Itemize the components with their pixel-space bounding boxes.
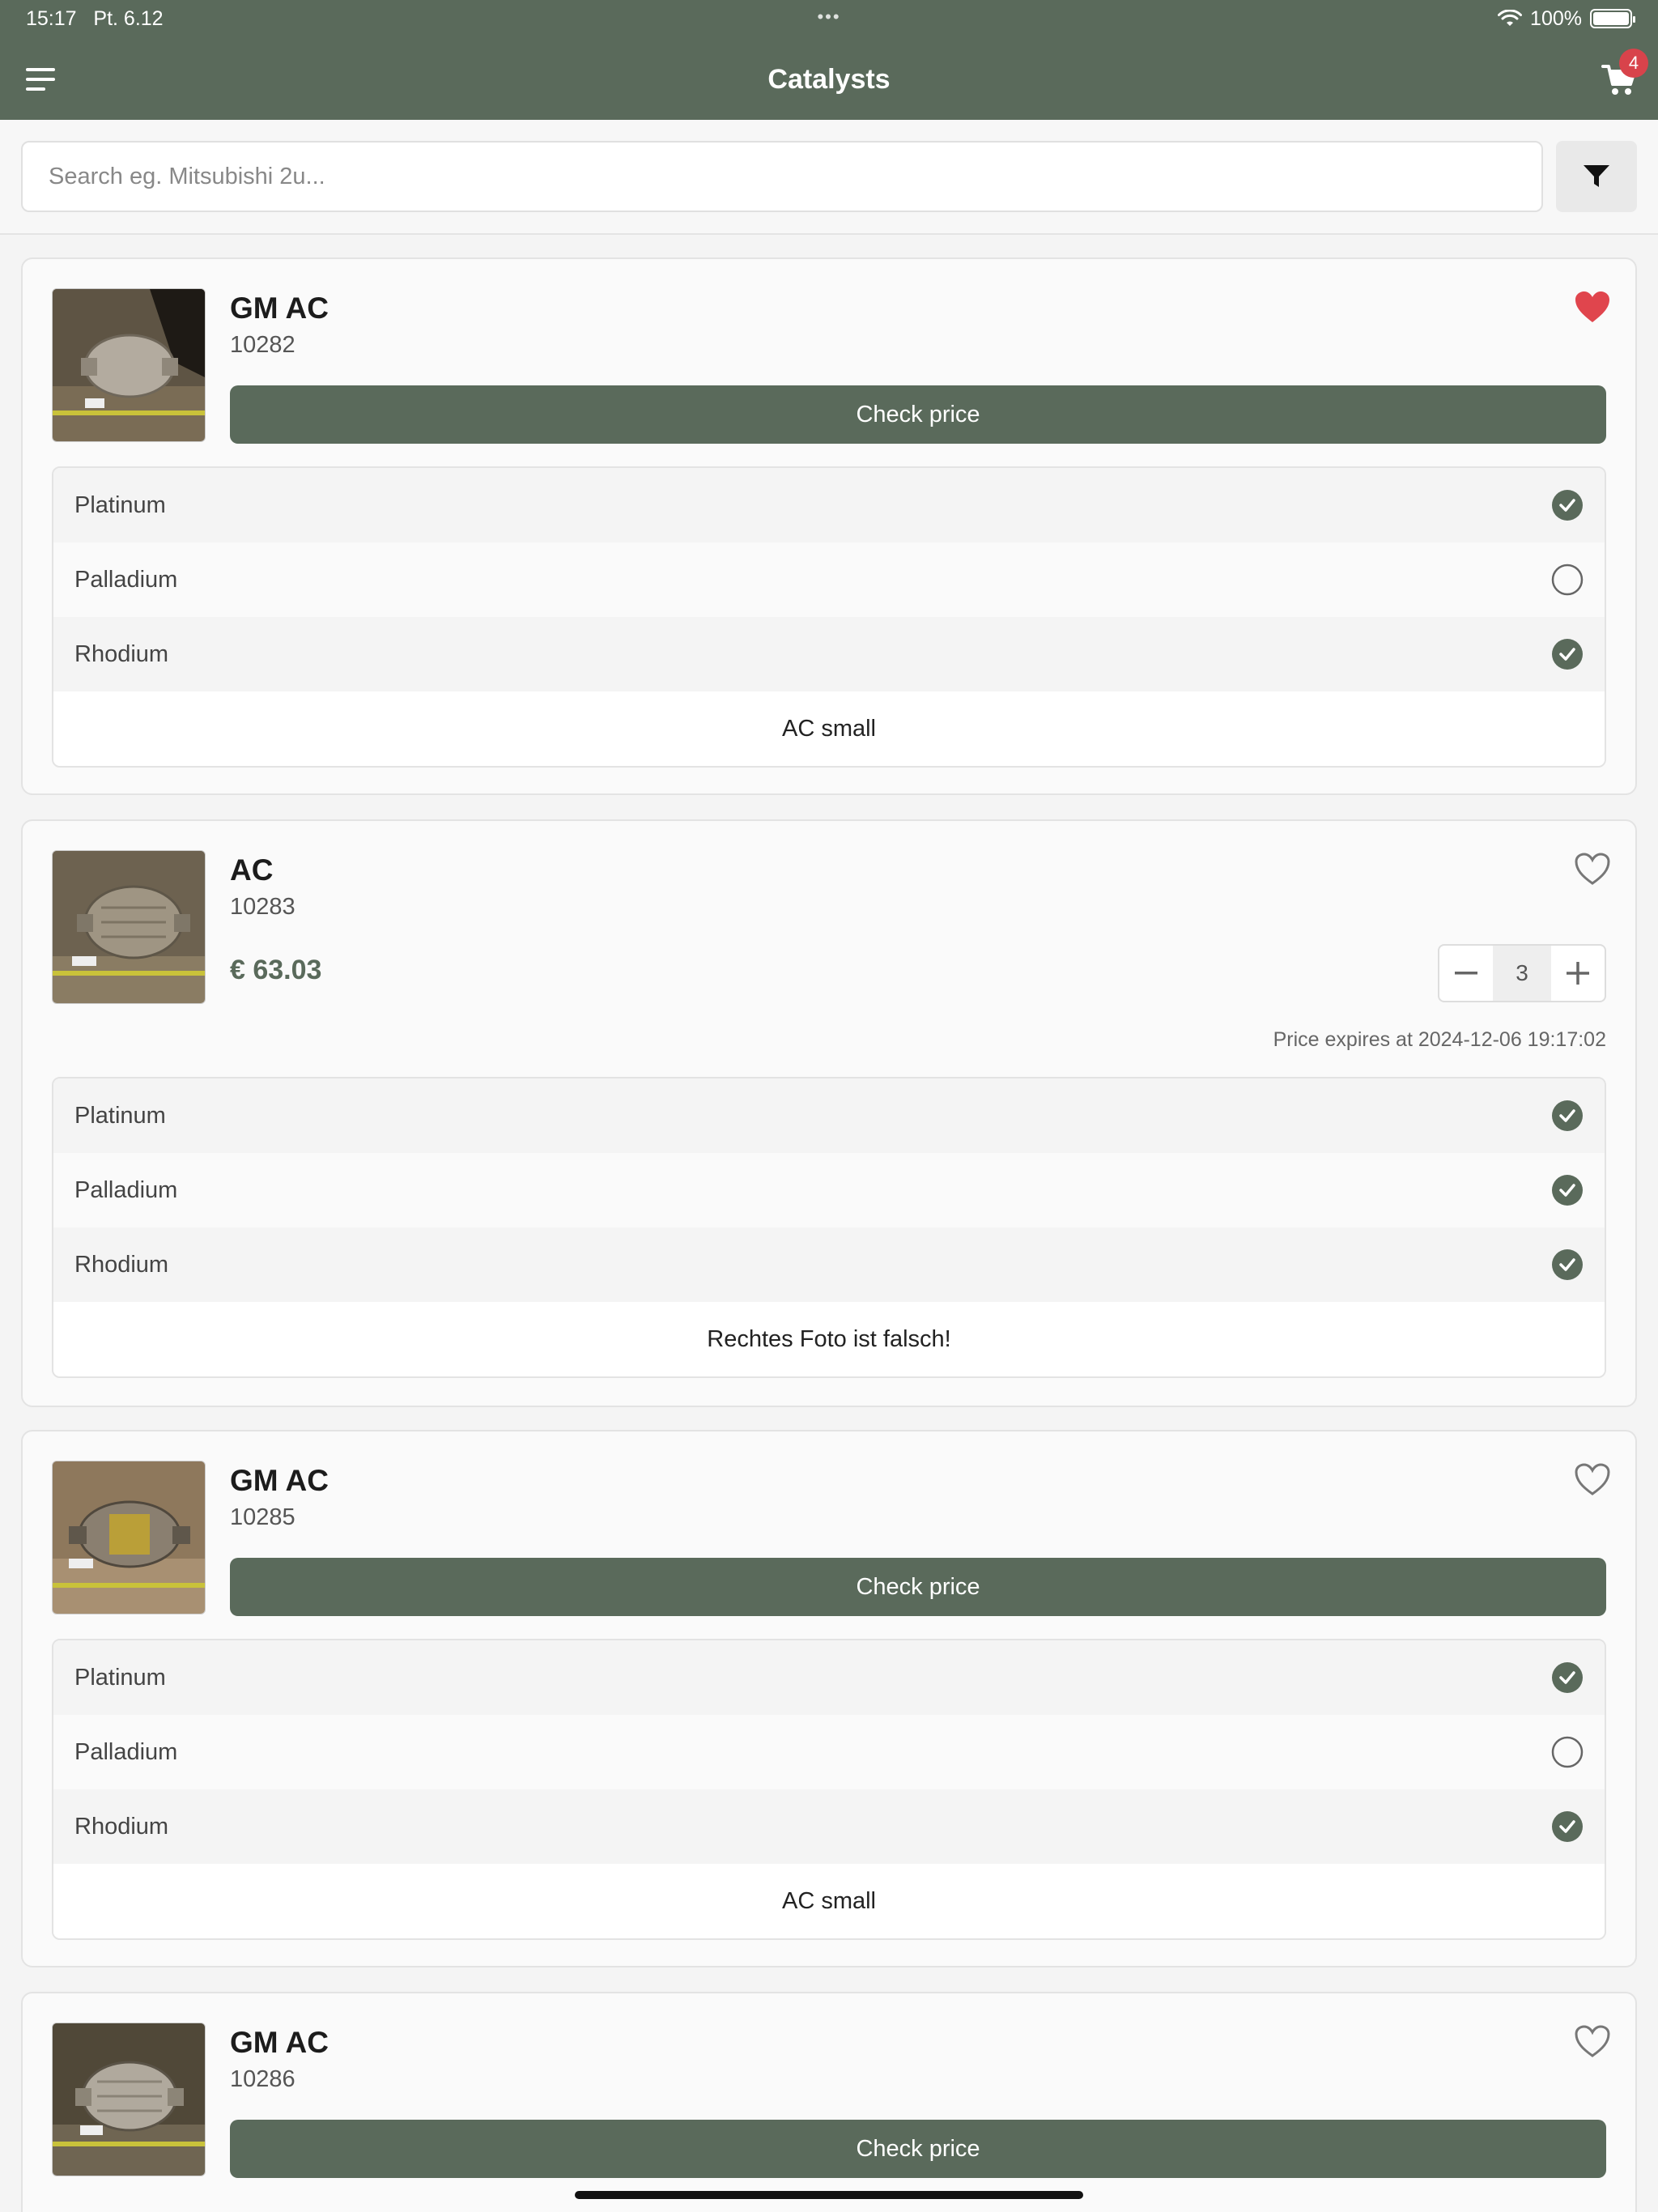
metals-table: Platinum Palladium Rhodium Rechtes Foto … bbox=[52, 1077, 1606, 1378]
favorite-heart-icon[interactable] bbox=[1574, 1462, 1611, 1496]
metal-label: Palladium bbox=[74, 1176, 178, 1203]
favorite-heart-icon[interactable] bbox=[1574, 290, 1611, 324]
status-time-date: 15:17 Pt. 6.12 bbox=[26, 6, 164, 31]
catalyst-note: Rechtes Foto ist falsch! bbox=[53, 1302, 1605, 1376]
metal-row-rhodium: Rhodium bbox=[53, 1227, 1605, 1302]
catalyst-card[interactable]: GM AC 10282 Check price Platinum Palladi… bbox=[21, 257, 1637, 795]
metal-label: Palladium bbox=[74, 566, 178, 593]
metals-table: Platinum Palladium Rhodium AC small bbox=[52, 466, 1606, 768]
product-photo[interactable] bbox=[52, 288, 206, 442]
product-name: GM AC bbox=[230, 291, 329, 325]
metals-table: Platinum Palladium Rhodium AC small bbox=[52, 1639, 1606, 1940]
catalyst-note: AC small bbox=[53, 1864, 1605, 1938]
app-header: 15:17 Pt. 6.12 ••• 100% Catalysts 4 bbox=[0, 0, 1658, 120]
catalyst-card[interactable]: GM AC 10285 Check price Platinum Palladi… bbox=[21, 1430, 1637, 1967]
metal-row-palladium: Palladium bbox=[53, 1153, 1605, 1227]
metal-row-platinum: Platinum bbox=[53, 1078, 1605, 1153]
product-code: 10283 bbox=[230, 894, 295, 920]
check-circle-icon bbox=[1552, 1175, 1583, 1206]
metal-row-rhodium: Rhodium bbox=[53, 1789, 1605, 1864]
check-circle-icon bbox=[1552, 639, 1583, 670]
product-name: GM AC bbox=[230, 1464, 329, 1497]
status-date: Pt. 6.12 bbox=[93, 7, 164, 30]
metal-row-palladium: Palladium bbox=[53, 1715, 1605, 1789]
product-code: 10286 bbox=[230, 2066, 295, 2092]
metal-label: Rhodium bbox=[74, 1813, 169, 1840]
plus-icon bbox=[1567, 962, 1589, 985]
product-code: 10282 bbox=[230, 332, 295, 358]
product-price: € 63.03 bbox=[230, 955, 322, 985]
check-circle-icon bbox=[1552, 1811, 1583, 1842]
check-price-button[interactable]: Check price bbox=[230, 2120, 1606, 2178]
product-photo[interactable] bbox=[52, 1461, 206, 1614]
metal-row-palladium: Palladium bbox=[53, 542, 1605, 617]
quantity-stepper[interactable]: 3 bbox=[1438, 944, 1606, 1002]
metal-label: Rhodium bbox=[74, 1251, 169, 1278]
check-circle-icon bbox=[1552, 1100, 1583, 1131]
minus-icon bbox=[1455, 972, 1477, 975]
battery-icon bbox=[1590, 9, 1635, 28]
product-code: 10285 bbox=[230, 1504, 295, 1530]
check-circle-icon bbox=[1552, 1662, 1583, 1693]
metal-label: Platinum bbox=[74, 491, 166, 518]
check-circle-icon bbox=[1552, 1249, 1583, 1280]
check-price-button[interactable]: Check price bbox=[230, 1558, 1606, 1616]
check-circle-icon bbox=[1552, 490, 1583, 521]
product-photo[interactable] bbox=[52, 850, 206, 1004]
filter-icon bbox=[1584, 165, 1609, 187]
filter-button[interactable] bbox=[1556, 141, 1637, 212]
metal-label: Rhodium bbox=[74, 640, 169, 667]
quantity-value[interactable]: 3 bbox=[1493, 946, 1551, 1001]
empty-circle-icon bbox=[1551, 564, 1584, 596]
check-price-button[interactable]: Check price bbox=[230, 385, 1606, 444]
status-indicators: 100% bbox=[1498, 6, 1635, 31]
favorite-heart-icon[interactable] bbox=[1574, 852, 1611, 886]
page-title: Catalysts bbox=[767, 64, 891, 95]
decrement-button[interactable] bbox=[1439, 946, 1493, 1001]
metal-row-platinum: Platinum bbox=[53, 1640, 1605, 1715]
empty-circle-icon bbox=[1551, 1736, 1584, 1768]
catalyst-card[interactable]: AC 10283 € 63.03 3 Price expires at 2024… bbox=[21, 819, 1637, 1407]
price-expiry: Price expires at 2024-12-06 19:17:02 bbox=[1273, 1028, 1606, 1051]
status-time: 15:17 bbox=[26, 7, 77, 30]
cart-count-badge: 4 bbox=[1619, 49, 1648, 78]
favorite-heart-icon[interactable] bbox=[1574, 2024, 1611, 2058]
search-input[interactable] bbox=[21, 141, 1543, 212]
home-indicator[interactable] bbox=[575, 2191, 1083, 2199]
increment-button[interactable] bbox=[1551, 946, 1605, 1001]
metal-label: Palladium bbox=[74, 1738, 178, 1765]
product-name: GM AC bbox=[230, 2026, 329, 2059]
product-photo[interactable] bbox=[52, 2023, 206, 2176]
catalyst-note: AC small bbox=[53, 691, 1605, 766]
product-name: AC bbox=[230, 853, 274, 887]
search-bar bbox=[0, 120, 1658, 235]
multitask-dots-icon[interactable]: ••• bbox=[810, 6, 848, 28]
metal-label: Platinum bbox=[74, 1664, 166, 1691]
wifi-icon bbox=[1498, 10, 1523, 26]
metal-label: Platinum bbox=[74, 1102, 166, 1129]
catalyst-card[interactable]: GM AC 10286 Check price bbox=[21, 1992, 1637, 2212]
battery-percent: 100% bbox=[1530, 6, 1582, 30]
metal-row-platinum: Platinum bbox=[53, 468, 1605, 542]
metal-row-rhodium: Rhodium bbox=[53, 617, 1605, 691]
